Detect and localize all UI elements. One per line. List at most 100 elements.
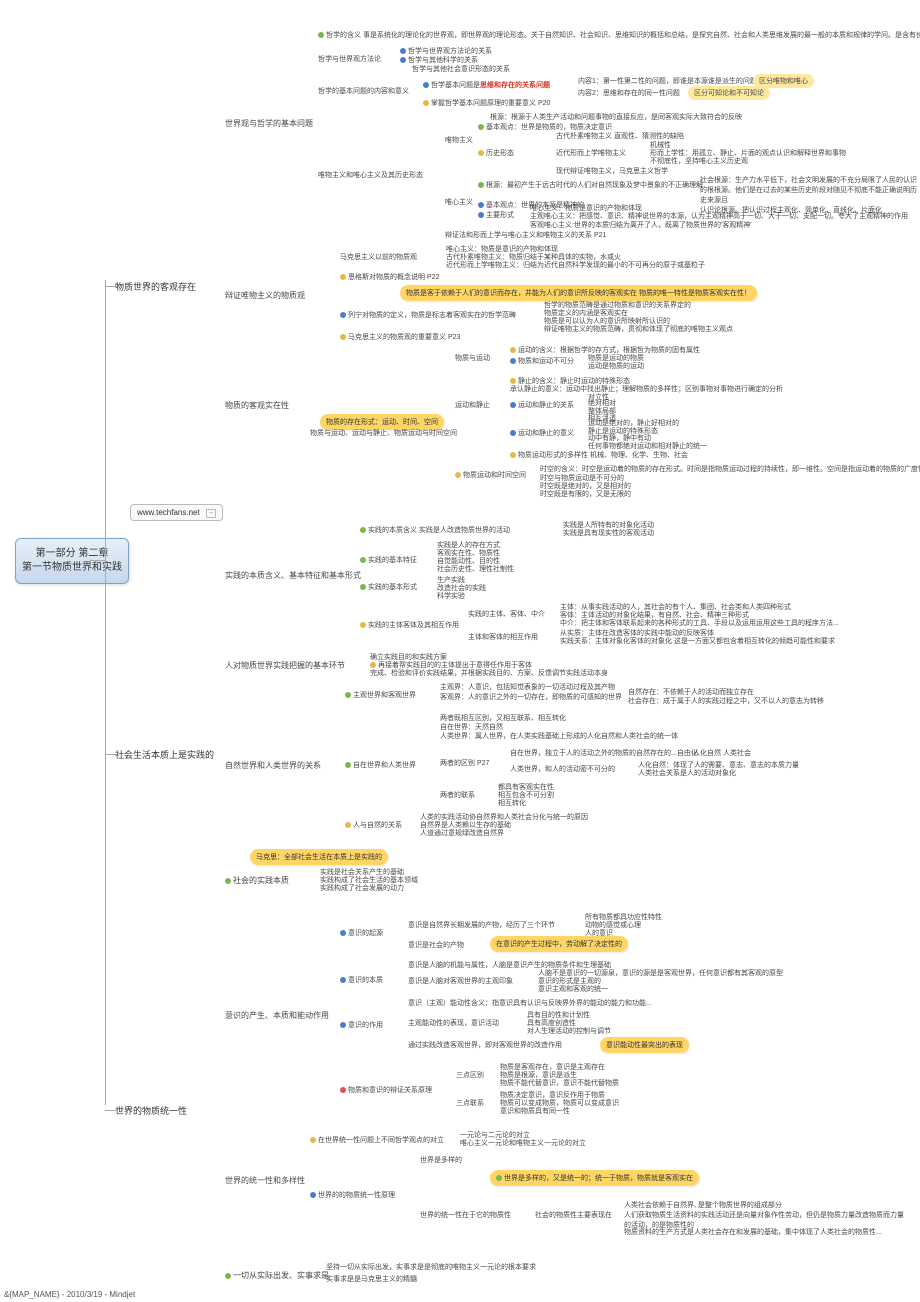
n-um2a[interactable]: 社会的物质性主要表现在 (535, 1210, 612, 1220)
n-lenin[interactable]: 列宁对物质的定义，物质是标志着客观实在的哲学范畴 (340, 310, 516, 320)
n-zhuguan[interactable]: 主观世界和客观世界 (345, 690, 416, 700)
n-co2: 意识是社会的产物 (408, 940, 464, 950)
n-pracd2: 实践是具有现实性的客观活动 (563, 528, 654, 538)
n-subjobj[interactable]: 实践的主体客体及其相互作用 (360, 620, 459, 630)
n-pracdef[interactable]: 实践的本质含义 实践是人改造物质世界的活动 (360, 525, 510, 535)
n-unitymat[interactable]: 世界的的物质统一性原理 (310, 1190, 395, 1200)
n-ce2c: 意识主观和客观的统一 (538, 984, 608, 994)
n-mcd3: 物质不能代替意识，意识不能代替物质 (500, 1078, 619, 1088)
callout-mat: 物质是客于依赖于人们的意识而存在，并能为人们的意识所反映的客观实在 物质的唯一特… (400, 285, 757, 301)
n-mp3: 近代形而上学唯物主义：归结为近代自然科学发现的最小的不可再分的原子或基粒子 (446, 260, 705, 270)
n-nwlink[interactable]: 两者的联系 (440, 790, 475, 800)
n-env3: 完成、检验和评价实践结果，并根据实践目的、方案、反馈调节实践活动本身 (370, 668, 608, 678)
n-space4: 时空既是有限的，又是无限的 (540, 489, 631, 499)
sub-3b[interactable]: 世界的统一性和多样性 (225, 1175, 305, 1186)
n-mn3: 人道通过意规绿改造自然界 (420, 828, 504, 838)
root-title: 第一部分 第二章 第一节物质世界和实践 (22, 547, 122, 575)
n-um2[interactable]: 世界的统一性在于它的物质性 (420, 1210, 511, 1220)
n-lenin4: 辩证唯物主义的物质范畴，贯彻和体现了彻底的唯物主义观点 (544, 324, 733, 334)
n-phil-method[interactable]: 哲学与世界观方法论 (318, 54, 381, 64)
sub-3c[interactable]: 一切从实际出发、实事求是 (225, 1270, 329, 1281)
n-ca2c: 对人生理活动的控制与调节 (527, 1026, 611, 1036)
n-bqc1: 内容1：第一性第二性的问题，即谁是本源谁是派生的问题 (578, 76, 757, 86)
n-nwd2c: 人类社会关系是人的活动对象化 (638, 768, 736, 778)
n-mannat[interactable]: 人与自然的关系 (345, 820, 402, 830)
n-um1: 世界是多样的 (420, 1155, 462, 1165)
mindmap-canvas: { "root":"第一部分 第二章\n第一节物质世界和实践", "websit… (0, 0, 920, 1302)
n-mcdiff[interactable]: 三点区别 (456, 1070, 484, 1080)
n-matmov2[interactable]: 物质与运动、运动与静止、物质运动与时间空间 (310, 428, 457, 438)
sub-2d[interactable]: 社会的实践本质 (225, 875, 289, 886)
n-ideals[interactable]: 主要形式 (478, 210, 514, 220)
n-ca1: 意识（主观）能动性含义：指意识具有认识与反映界外界的能动的能力和功能... (408, 998, 652, 1008)
n-coness[interactable]: 意识的本质 (340, 975, 383, 985)
n-movrel[interactable]: 物质和运动不可分 (510, 356, 574, 366)
n-nwd1: 自在世界，独立于人的活动之外的物质的自然存在的...自由化 (510, 748, 698, 758)
n-nw3: 人类世界：属人世界，在人类实践基础上形成的人化自然和人类社会的统一体 (440, 731, 678, 741)
n-zg1: 主观界：人意识，包括知觉表象的一切活动过程及其产物 (440, 682, 615, 692)
branch-3[interactable]: 世界的物质统一性 (115, 1104, 187, 1117)
n-zg2b: 社会存在：成于属于人的实践过程之中，又不以人的意志为转移 (628, 696, 824, 706)
n-engels: 恩格斯对物质的概念说明 P22 (340, 272, 439, 282)
sub-1a[interactable]: 世界观与哲学的基本问题 (225, 118, 313, 129)
n-ideal[interactable]: 唯心主义 (445, 197, 473, 207)
n-subjact[interactable]: 主体和客体的相互作用 (468, 632, 538, 642)
root-node[interactable]: 第一部分 第二章 第一节物质世界和实践 (15, 538, 129, 584)
sub-1b[interactable]: 辩证唯物主义的物质观 (225, 290, 305, 301)
sub-2a[interactable]: 实践的本质含义、基本特征和基本形式 (225, 570, 361, 581)
n-unityphil[interactable]: 在世界统一性问题上不同哲学观点的对立 (310, 1135, 444, 1145)
n-hl2: 区分可知论和不可知论 (688, 86, 770, 100)
branch-1[interactable]: 物质世界的客观存在 (115, 280, 196, 293)
n-ce2[interactable]: 意识是人脑对客观世界的主观印象 (408, 976, 513, 986)
callout-unity: 世界是多样的，又是统一的；统一于物质，物质就是客观实在 (490, 1170, 699, 1186)
sub-3a[interactable]: 意识的产生、本质和能动作用 (225, 1010, 329, 1021)
callout-act: 意识能动性最突出的表现 (600, 1037, 689, 1053)
website-box[interactable]: www.techfans.net − (130, 504, 223, 521)
n-um2a1: 人类社会依赖于自然界, 是整个物质世界的组成部分 (624, 1200, 782, 1210)
n-matideal[interactable]: 唯物主义和唯心主义及其历史形态 (318, 170, 423, 180)
n-nwd2a: 人化自然 人类社会 (693, 748, 751, 758)
n-stillrel[interactable]: 运动和静止的关系 (510, 400, 574, 410)
n-marxsig: 马克思主义的物质观的重要意义 P23 (340, 332, 460, 342)
n-marxprev[interactable]: 马克思主义以前的物质观 (340, 252, 417, 262)
n-matcon[interactable]: 物质和意识的辩证关系原理 (340, 1085, 432, 1095)
n-pm3: 哲学与其他社会意识形态的关系 (412, 64, 510, 74)
n-co1: 意识是自然界长期发展的产物，经历了三个环节 (408, 920, 555, 930)
sub-2b[interactable]: 人对物质世界实践把握的基本环节 (225, 660, 345, 671)
n-mathist[interactable]: 历史形态 (478, 148, 514, 158)
website-url: www.techfans.net (137, 508, 200, 517)
n-basic-q[interactable]: 哲学的基本问题的内容和意义 (318, 86, 409, 96)
n-stillsig[interactable]: 运动和静止的意义 (510, 428, 574, 438)
n-grasp: 掌握哲学基本问题原理的重要意义 P20 (423, 98, 550, 108)
n-matspace[interactable]: 物质运动和时间空间 (455, 470, 526, 480)
n-ca3: 通过实践改造客观世界，即对客观世界的改造作用 (408, 1040, 562, 1050)
n-subj[interactable]: 实践的主体、客体、中介 (468, 609, 545, 619)
n-sa2: 实践关系：主体对象化客体的对象化 这是一方面又都包含着相互转化的倾趋可能性和要求 (560, 636, 835, 646)
n-mclink[interactable]: 三点联系 (456, 1098, 484, 1108)
n-up2: 唯心主义一元论和唯物主义一元论的对立 (460, 1138, 586, 1148)
n-subj3: 中介：把主体和客体联系起来的各种形式的工具、手段以及运用运用这些工具的程序方法.… (560, 618, 839, 628)
minus-icon[interactable]: − (206, 509, 216, 518)
n-ideals1: 唯心主义：物质是意识的产物和体现 主观唯心主义：把感觉、意识、精神说世界的本源，… (530, 205, 908, 230)
n-stills1: 运动是绝对的，静止好相对的 静止是运动的特殊形态 动中有静，静中有动 任何事物都… (588, 420, 707, 451)
n-natworld[interactable]: 自在世界和人类世界 (345, 760, 416, 770)
n-soc3: 实践构成了社会发展的动力 (320, 883, 404, 893)
n-ssj1: 坚持一切从实际出发，实事求是是彻底的唯物主义一元论的根本要求 (326, 1262, 536, 1272)
n-mat[interactable]: 唯物主义 (445, 135, 473, 145)
n-mcl3: 意识和物质具有同一性 (500, 1106, 570, 1116)
sub-2c[interactable]: 自然世界和人类世界的关系 (225, 760, 321, 771)
n-idealroot: 根源：最初产生于远古时代的人们对自然现象及梦中景象的不正确理解 (478, 180, 703, 190)
n-conact[interactable]: 意识的作用 (340, 1020, 383, 1030)
branch-2[interactable]: 社会生活本质上是实践的 (115, 748, 214, 761)
n-bq1: 哲学基本问题是思维和存在的关系问题 (423, 80, 550, 90)
n-nwdiff[interactable]: 两者的区别 P27 (440, 758, 489, 768)
n-conorig[interactable]: 意识的起源 (340, 928, 383, 938)
n-pc4: 社会历史性、理性社制性 (437, 564, 514, 574)
n-pracform[interactable]: 实践的基本形式 (360, 582, 417, 592)
n-matmov[interactable]: 物质与运动 (455, 353, 490, 363)
n-ca2[interactable]: 主观能动性的表现，意识活动 (408, 1018, 499, 1028)
n-pracchar[interactable]: 实践的基本特征 (360, 555, 417, 565)
n-movforms: 物质运动形式的多样性 机械、物理、化学、生物、社会 (510, 450, 688, 460)
n-still[interactable]: 运动和静止 (455, 400, 490, 410)
sub-1c[interactable]: 物质的客观实在性 (225, 400, 289, 411)
